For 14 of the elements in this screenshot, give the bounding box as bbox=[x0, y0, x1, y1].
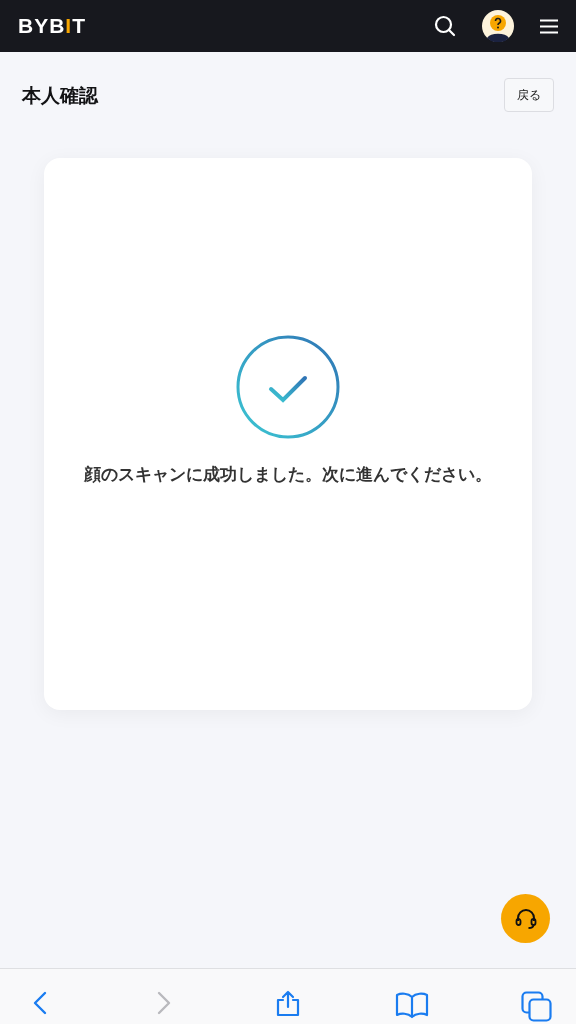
headset-icon bbox=[513, 907, 538, 930]
check-circle-icon bbox=[236, 334, 340, 439]
search-icon[interactable] bbox=[434, 15, 456, 37]
tabs-icon[interactable] bbox=[520, 991, 552, 1022]
menu-icon[interactable] bbox=[540, 18, 558, 34]
back-button[interactable]: 戻る bbox=[504, 78, 554, 112]
avatar-icon[interactable] bbox=[482, 10, 514, 42]
success-message: 顔のスキャンに成功しました。次に進んでください。 bbox=[84, 463, 492, 486]
share-icon[interactable] bbox=[274, 991, 302, 1017]
book-icon[interactable] bbox=[395, 991, 429, 1019]
support-button[interactable] bbox=[501, 894, 550, 943]
bybit-logo[interactable]: BYBIT bbox=[18, 10, 86, 42]
page-title: 本人確認 bbox=[22, 82, 98, 108]
back-icon[interactable] bbox=[31, 991, 49, 1015]
